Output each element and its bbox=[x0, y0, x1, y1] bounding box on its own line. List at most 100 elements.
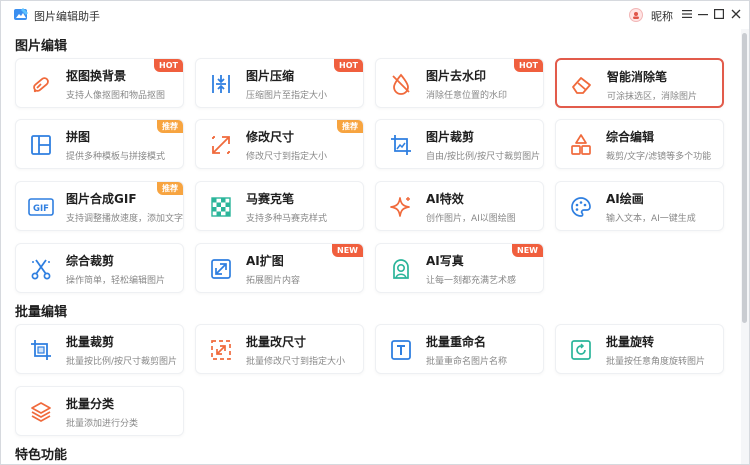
new-badge: NEW bbox=[332, 244, 363, 257]
menu-icon bbox=[682, 10, 692, 18]
maximize-button[interactable] bbox=[711, 6, 727, 22]
card-mosaic[interactable]: 马赛克笔 支持多种马赛克样式 bbox=[195, 181, 364, 231]
card-desc: 批量添加进行分类 bbox=[66, 419, 139, 429]
card-desc: 可涂抹选区，消除图片 bbox=[607, 92, 698, 102]
section-title-image-edit: 图片编辑 bbox=[15, 39, 68, 54]
app-logo-icon bbox=[14, 8, 28, 20]
card-remove-watermark[interactable]: 图片去水印 消除任意位置的水印 HOT bbox=[375, 58, 544, 108]
card-desc: 修改尺寸到指定大小 bbox=[246, 152, 328, 162]
app-title: 图片编辑助手 bbox=[34, 10, 100, 23]
avatar[interactable] bbox=[629, 8, 643, 22]
card-batch-crop[interactable]: 批量裁剪 批量按比例/按尺寸裁剪图片 bbox=[15, 324, 184, 374]
close-icon bbox=[731, 9, 741, 19]
rotate-icon bbox=[568, 337, 594, 363]
card-title: 拼图 bbox=[66, 130, 91, 144]
card-title: 图片裁剪 bbox=[426, 130, 475, 144]
card-desc: 支持多种马赛克样式 bbox=[246, 214, 328, 224]
close-button[interactable] bbox=[728, 6, 744, 22]
card-batch-rename[interactable]: 批量重命名 批量重命名图片名称 bbox=[375, 324, 544, 374]
card-desc: 自由/按比例/按尺寸裁剪图片 bbox=[426, 152, 541, 162]
card-desc: 输入文本，AI一键生成 bbox=[606, 214, 696, 224]
card-desc: 批量重命名图片名称 bbox=[426, 357, 508, 367]
scissors-icon bbox=[28, 256, 54, 282]
section-title-special: 特色功能 bbox=[15, 448, 68, 463]
new-badge: NEW bbox=[512, 244, 543, 257]
svg-text:GIF: GIF bbox=[33, 204, 49, 214]
hot-badge: HOT bbox=[154, 59, 183, 72]
hot-badge: HOT bbox=[334, 59, 363, 72]
card-desc: 操作简单，轻松编辑图片 bbox=[66, 276, 166, 286]
expand-icon bbox=[208, 256, 234, 282]
cutout-icon bbox=[28, 71, 54, 97]
user-icon bbox=[633, 12, 639, 19]
card-ai-effects[interactable]: AI特效 创作图片，AI以图绘图 bbox=[375, 181, 544, 231]
card-desc: 提供多种模板与拼接模式 bbox=[66, 152, 166, 162]
compress-icon bbox=[208, 71, 234, 97]
card-title: AI特效 bbox=[426, 192, 464, 206]
user-name[interactable]: 昵称 bbox=[651, 8, 673, 24]
card-batch-rotate[interactable]: 批量旋转 批量按任意角度旋转图片 bbox=[555, 324, 724, 374]
main-content: 图片编辑 抠图换背景 支持人像抠图和物品抠图 HOT 图片压缩 压缩图片至指定大… bbox=[1, 29, 741, 464]
card-comprehensive-edit[interactable]: 综合编辑 裁剪/文字/滤镜等多个功能 bbox=[555, 119, 724, 169]
card-desc: 拓展图片内容 bbox=[246, 276, 301, 286]
card-collage[interactable]: 拼图 提供多种模板与拼接模式 推荐 bbox=[15, 119, 184, 169]
card-title: 批量重命名 bbox=[426, 335, 487, 349]
eraser-icon bbox=[569, 72, 595, 98]
layers-icon bbox=[28, 399, 54, 425]
card-ai-expand[interactable]: AI扩图 拓展图片内容 NEW bbox=[195, 243, 364, 293]
resize-icon bbox=[208, 132, 234, 158]
hot-badge: HOT bbox=[514, 59, 543, 72]
card-title: AI写真 bbox=[426, 254, 464, 268]
card-desc: 创作图片，AI以图绘图 bbox=[426, 214, 516, 224]
title-bar: 图片编辑助手 昵称 bbox=[1, 1, 749, 29]
card-comprehensive-crop[interactable]: 综合裁剪 操作简单，轻松编辑图片 bbox=[15, 243, 184, 293]
card-desc: 裁剪/文字/滤镜等多个功能 bbox=[606, 152, 712, 162]
card-desc: 让每一刻都充满艺术感 bbox=[426, 276, 517, 286]
card-title: 综合裁剪 bbox=[66, 254, 115, 268]
card-title: 图片合成GIF bbox=[66, 192, 137, 206]
card-title: 马赛克笔 bbox=[246, 192, 295, 206]
card-title: 修改尺寸 bbox=[246, 130, 295, 144]
card-title: AI扩图 bbox=[246, 254, 284, 268]
card-compress[interactable]: 图片压缩 压缩图片至指定大小 HOT bbox=[195, 58, 364, 108]
card-gif[interactable]: GIF 图片合成GIF 支持调整播放速度，添加文字 推荐 bbox=[15, 181, 184, 231]
card-title: 图片压缩 bbox=[246, 69, 295, 83]
card-batch-classify[interactable]: 批量分类 批量添加进行分类 bbox=[15, 386, 184, 436]
sparkle-icon bbox=[388, 194, 414, 220]
remove-watermark-icon bbox=[388, 71, 414, 97]
card-batch-resize[interactable]: 批量改尺寸 批量修改尺寸到指定大小 bbox=[195, 324, 364, 374]
card-desc: 压缩图片至指定大小 bbox=[246, 91, 328, 101]
card-desc: 支持调整播放速度，添加文字 bbox=[66, 214, 184, 224]
gif-icon: GIF bbox=[28, 194, 54, 220]
card-desc: 支持人像抠图和物品抠图 bbox=[66, 91, 166, 101]
menu-button[interactable] bbox=[679, 6, 695, 22]
card-ai-portrait[interactable]: AI写真 让每一刻都充满艺术感 NEW bbox=[375, 243, 544, 293]
minimize-button[interactable] bbox=[695, 6, 711, 22]
palette-icon bbox=[568, 194, 594, 220]
card-desc: 批量按比例/按尺寸裁剪图片 bbox=[66, 357, 178, 367]
card-title: AI绘画 bbox=[606, 192, 644, 206]
rename-icon bbox=[388, 337, 414, 363]
recommend-badge: 推荐 bbox=[337, 120, 363, 133]
card-resize[interactable]: 修改尺寸 修改尺寸到指定大小 推荐 bbox=[195, 119, 364, 169]
minimize-icon bbox=[698, 14, 708, 16]
card-title: 批量分类 bbox=[66, 397, 115, 411]
card-cutout[interactable]: 抠图换背景 支持人像抠图和物品抠图 HOT bbox=[15, 58, 184, 108]
shapes-icon bbox=[568, 132, 594, 158]
card-title: 综合编辑 bbox=[606, 130, 655, 144]
batch-crop-icon bbox=[28, 337, 54, 363]
card-title: 批量改尺寸 bbox=[246, 335, 307, 349]
scrollbar-thumb[interactable] bbox=[742, 33, 747, 323]
recommend-badge: 推荐 bbox=[157, 182, 183, 195]
card-ai-painting[interactable]: AI绘画 输入文本，AI一键生成 bbox=[555, 181, 724, 231]
batch-resize-icon bbox=[208, 337, 234, 363]
section-title-batch-edit: 批量编辑 bbox=[15, 305, 68, 320]
mosaic-icon bbox=[208, 194, 234, 220]
card-title: 批量裁剪 bbox=[66, 335, 115, 349]
card-crop[interactable]: 图片裁剪 自由/按比例/按尺寸裁剪图片 bbox=[375, 119, 544, 169]
card-title: 图片去水印 bbox=[426, 69, 487, 83]
card-smart-eraser[interactable]: 智能消除笔 可涂抹选区，消除图片 bbox=[555, 58, 724, 108]
card-title: 抠图换背景 bbox=[66, 69, 127, 83]
card-desc: 消除任意位置的水印 bbox=[426, 91, 508, 101]
crop-icon bbox=[388, 132, 414, 158]
